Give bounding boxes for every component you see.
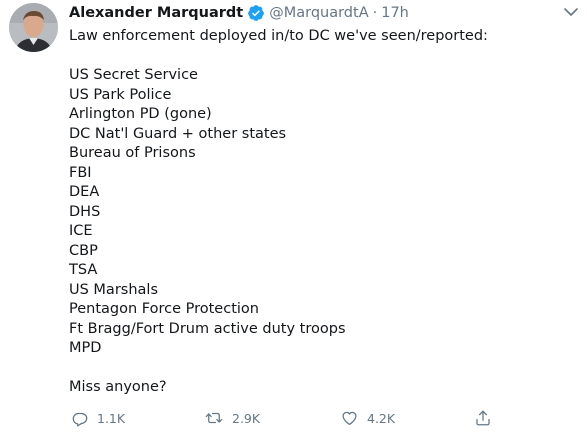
retweet-icon [205,412,223,424]
retweet-button[interactable]: 2.9K [204,407,260,429]
list-item: TSA [69,262,98,278]
tweet-text: Law enforcement deployed in/to DC we've … [69,27,574,398]
chevron-down-icon[interactable] [563,6,579,18]
timestamp[interactable]: 17h [381,5,409,21]
list-item: DHS [69,203,101,220]
list-item: US Park Police [69,86,172,103]
list-item: FBI [69,164,92,181]
list-item: MPD [69,340,102,356]
reply-count: 1.1K [97,410,126,426]
list-item: ICE [69,223,93,239]
reply-icon [72,412,88,427]
author-handle[interactable]: @MarquardtA [269,5,368,21]
share-icon [476,410,490,426]
list-item: Bureau of Prisons [69,145,196,161]
avatar-image [9,3,58,52]
list-item: DEA [69,184,100,200]
share-button[interactable] [474,407,492,429]
list-item: DC Nat'l Guard + other states [69,125,287,142]
list-item: US Secret Service [69,67,198,83]
tweet-intro: Law enforcement deployed in/to DC we've … [69,28,488,44]
retweet-count: 2.9K [232,410,261,426]
tweet-header: Alexander Marquardt @MarquardtA · 17h [69,3,409,23]
tweet[interactable]: Alexander Marquardt @MarquardtA · 17h La… [0,0,587,435]
verified-badge-icon [247,4,265,22]
list-item: US Marshals [69,281,158,298]
reply-button[interactable]: 1.1K [71,407,125,429]
list-item: CBP [69,242,98,259]
like-button[interactable]: 4.2K [340,407,395,429]
list-item: Arlington PD (gone) [69,106,212,122]
avatar[interactable] [9,3,58,52]
list-item: Pentagon Force Protection [69,301,259,317]
like-count: 4.2K [367,410,396,426]
list-item: Ft Bragg/Fort Drum active duty troops [69,320,346,337]
author-name[interactable]: Alexander Marquardt [69,5,243,21]
action-bar: 1.1K 2.9K 4.2K [69,407,499,429]
like-icon [342,411,357,426]
tweet-outro: Miss anyone? [69,379,167,395]
separator-dot: · [372,5,378,21]
